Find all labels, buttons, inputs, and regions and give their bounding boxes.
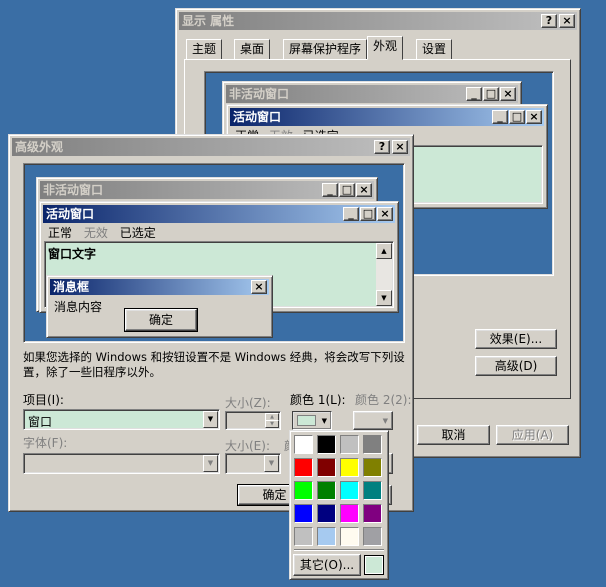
color1-button[interactable]: ▼ (292, 411, 332, 430)
maximize-icon: □ (509, 110, 525, 124)
color-swatch[interactable] (317, 504, 336, 523)
maximize-icon: □ (339, 183, 355, 197)
maximize-icon: □ (360, 207, 376, 221)
color-swatch[interactable] (317, 481, 336, 500)
color-swatch[interactable] (363, 481, 382, 500)
maximize-icon: □ (483, 87, 499, 101)
item-dropdown-value: 窗口 (28, 415, 53, 429)
msgbox-text: 消息内容 (54, 300, 103, 314)
adv-preview-inactive-title: 非活动窗口 (43, 183, 104, 197)
msgbox-ok-button: 确定 (124, 308, 198, 332)
preview-inactive-title: 非活动窗口 (229, 87, 290, 101)
font-size-dropdown[interactable]: ▼ (225, 453, 281, 474)
close-icon: × (251, 280, 267, 294)
color-swatch[interactable] (340, 527, 359, 546)
color-picker-popup: 其它(O)... (289, 430, 389, 580)
other-colors-button[interactable]: 其它(O)... (293, 554, 361, 576)
item-dropdown[interactable]: 窗口 ▼ (23, 409, 220, 430)
minimize-icon: _ (466, 87, 482, 101)
chevron-down-icon: ▼ (321, 417, 327, 425)
color-swatch[interactable] (294, 458, 313, 477)
size-label: 大小(Z): (225, 396, 271, 410)
tab-screensaver[interactable]: 屏幕保护程序 (283, 39, 368, 59)
color-swatch[interactable] (294, 435, 313, 454)
current-color-swatch[interactable] (364, 555, 384, 575)
color-swatch[interactable] (363, 527, 382, 546)
tab-themes[interactable]: 主题 (186, 39, 223, 59)
window-text-sample: 窗口文字 (48, 247, 97, 261)
scroll-up-icon: ▲ (376, 243, 392, 259)
adv-preview-active-title: 活动窗口 (46, 207, 95, 221)
menu-selected: 已选定 (119, 226, 156, 240)
effects-button[interactable]: 效果(E)... (475, 329, 557, 349)
cancel-button[interactable]: 取消 (417, 425, 490, 445)
display-properties-titlebar[interactable]: 显示 属性 ? × (179, 12, 577, 30)
minimize-icon: _ (492, 110, 508, 124)
color-swatch[interactable] (340, 435, 359, 454)
close-icon: × (356, 183, 372, 197)
color-swatch[interactable] (363, 458, 382, 477)
help-icon[interactable]: ? (374, 140, 390, 154)
font-label: 字体(F): (23, 436, 68, 450)
advanced-appearance-title: 高级外观 (15, 140, 64, 154)
close-icon[interactable]: × (559, 14, 575, 28)
preview-active-title: 活动窗口 (233, 110, 282, 124)
menu-normal: 正常 (48, 226, 73, 240)
font-size-label: 大小(E): (225, 439, 270, 453)
color-swatch[interactable] (317, 527, 336, 546)
color1-label: 颜色 1(L): (290, 393, 346, 407)
color-swatch[interactable] (294, 527, 313, 546)
color-swatch[interactable] (317, 435, 336, 454)
advanced-appearance-titlebar[interactable]: 高级外观 ? × (12, 138, 410, 156)
menu-disabled: 无效 (83, 226, 108, 240)
adv-preview-menubar: 正常 无效 已选定 (48, 224, 248, 241)
color-swatch[interactable] (294, 504, 313, 523)
font-dropdown[interactable]: ▼ (23, 453, 220, 474)
compatibility-note: 如果您选择的 Windows 和按钮设置不是 Windows 经典，将会改写下列… (23, 350, 405, 379)
advanced-button[interactable]: 高级(D) (475, 356, 557, 376)
color-swatch[interactable] (340, 481, 359, 500)
apply-button[interactable]: 应用(A) (496, 425, 569, 445)
display-properties-title: 显示 属性 (182, 14, 235, 28)
size-spinner[interactable]: ▲ ▼ (225, 411, 281, 430)
minimize-icon: _ (343, 207, 359, 221)
chevron-down-icon[interactable]: ▼ (264, 455, 279, 472)
scroll-down-icon: ▼ (376, 290, 392, 306)
item-label: 项目(I): (23, 393, 64, 407)
preview-scrollbar: ▲ ▼ (376, 243, 392, 306)
preview-message-box: 消息框 × 消息内容 确定 (46, 275, 273, 338)
tab-settings[interactable]: 设置 (416, 39, 453, 59)
close-icon: × (377, 207, 393, 221)
color2-button[interactable]: ▼ (353, 411, 393, 430)
color-swatch[interactable] (294, 481, 313, 500)
color-swatch[interactable] (340, 458, 359, 477)
close-icon: × (500, 87, 516, 101)
color2-label: 颜色 2(2): (355, 393, 412, 407)
tab-desktop[interactable]: 桌面 (234, 39, 271, 59)
close-icon: × (526, 110, 542, 124)
minimize-icon: _ (322, 183, 338, 197)
color-swatch[interactable] (363, 504, 382, 523)
chevron-down-icon: ▼ (382, 417, 388, 425)
picker-divider (294, 549, 384, 551)
msgbox-title: 消息框 (53, 280, 90, 294)
color1-swatch (297, 415, 316, 426)
close-icon[interactable]: × (392, 140, 408, 154)
spinner-down-icon[interactable]: ▼ (265, 420, 279, 428)
help-icon[interactable]: ? (541, 14, 557, 28)
tab-appearance[interactable]: 外观 (367, 36, 404, 60)
color-swatch[interactable] (340, 504, 359, 523)
color-swatch[interactable] (363, 435, 382, 454)
chevron-down-icon[interactable]: ▼ (203, 411, 218, 428)
color-swatch[interactable] (317, 458, 336, 477)
chevron-down-icon[interactable]: ▼ (203, 455, 218, 472)
